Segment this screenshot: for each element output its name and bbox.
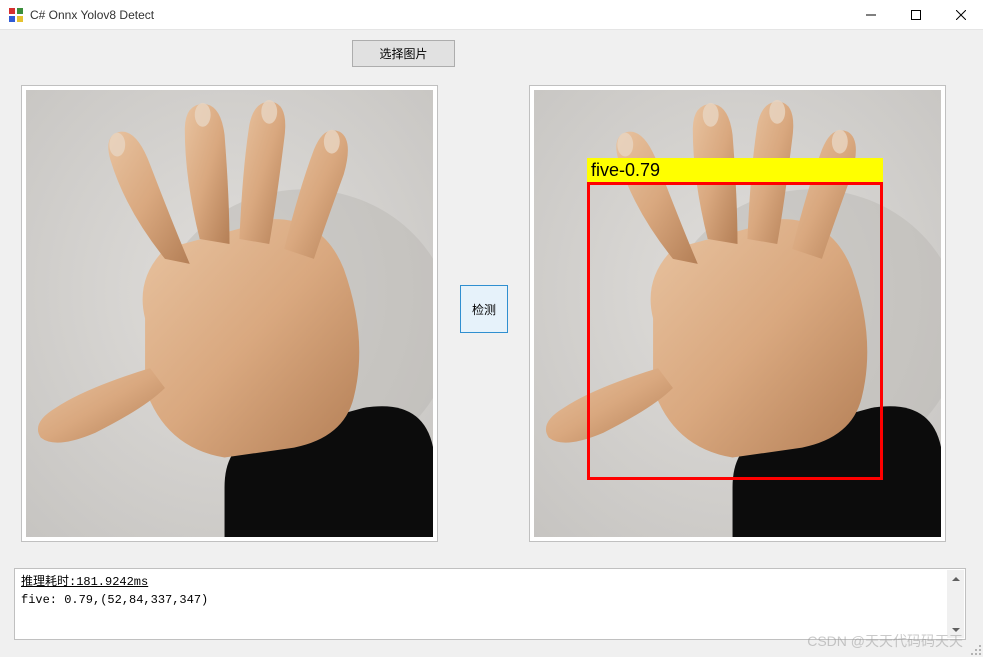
output-line-1: 推理耗时:181.9242ms: [21, 573, 959, 591]
scroll-down-icon[interactable]: [947, 621, 964, 638]
resize-grip[interactable]: [969, 643, 983, 657]
window-controls: [848, 0, 983, 30]
source-image: [26, 90, 433, 537]
detect-button[interactable]: 检测: [460, 285, 508, 333]
app-icon: [8, 7, 24, 23]
titlebar: C# Onnx Yolov8 Detect: [0, 0, 983, 30]
output-textbox[interactable]: 推理耗时:181.9242ms five: 0.79,(52,84,337,34…: [14, 568, 966, 640]
result-image: five-0.79: [534, 90, 941, 537]
source-image-panel: [21, 85, 438, 542]
minimize-button[interactable]: [848, 0, 893, 30]
close-button[interactable]: [938, 0, 983, 30]
detection-label: five-0.79: [587, 158, 883, 182]
select-image-button[interactable]: 选择图片: [352, 40, 455, 67]
window-title: C# Onnx Yolov8 Detect: [30, 8, 154, 22]
detection-bbox: [587, 182, 883, 480]
maximize-button[interactable]: [893, 0, 938, 30]
scroll-up-icon[interactable]: [947, 570, 964, 587]
output-scrollbar[interactable]: [947, 570, 964, 638]
client-area: 选择图片: [0, 30, 983, 657]
result-image-panel: five-0.79: [529, 85, 946, 542]
output-line-2: five: 0.79,(52,84,337,347): [21, 591, 959, 609]
